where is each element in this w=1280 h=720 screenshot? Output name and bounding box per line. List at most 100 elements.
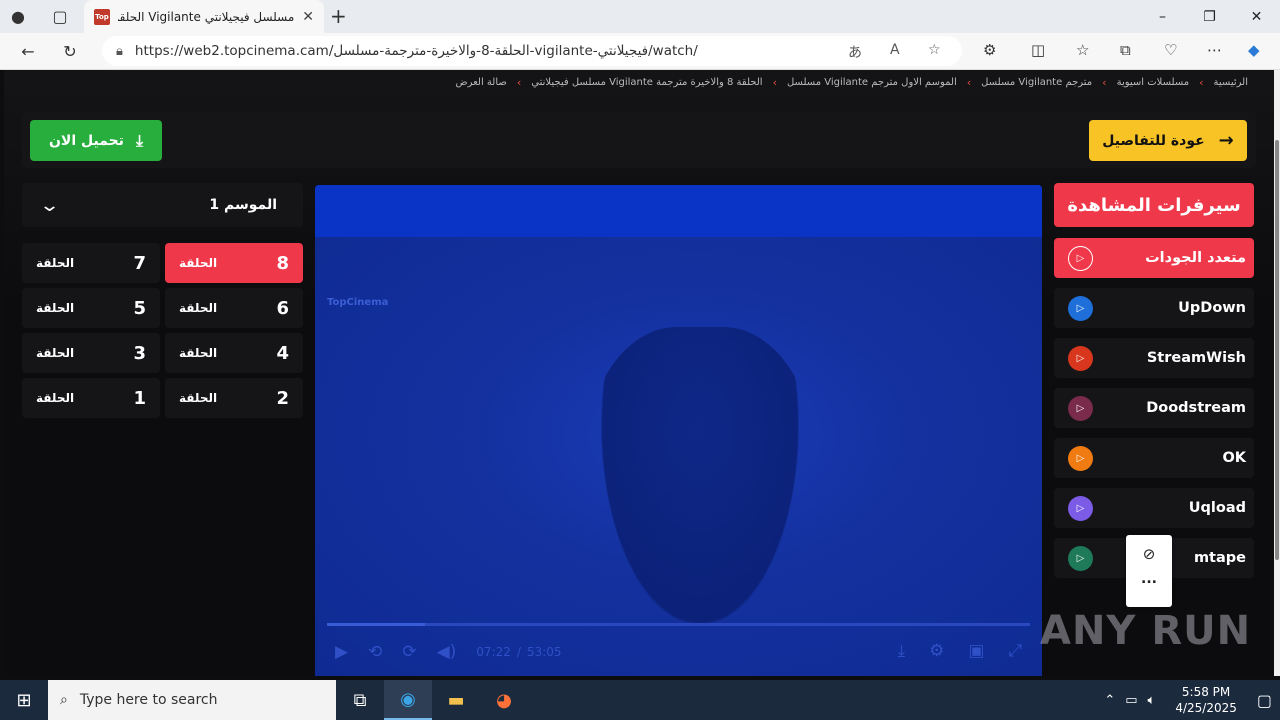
server-multi-quality[interactable]: متعدد الجودات ▷ — [1054, 238, 1254, 278]
breadcrumb-item[interactable]: مسلسلات اسيوية — [1117, 77, 1190, 88]
browser-tab-bar: ● ▢ Top مسلسل فيجيلانتي Vigilante الحلقة… — [0, 0, 1280, 33]
hide-eye-icon[interactable]: ⊘ — [1126, 545, 1172, 563]
time-separator: / — [516, 645, 521, 659]
episode-label: الحلقة — [179, 391, 218, 405]
play-circle-icon: ▷ — [1068, 345, 1093, 371]
arrow-right-icon: → — [1218, 130, 1234, 151]
browser-tab[interactable]: Top مسلسل فيجيلانتي Vigilante الحلقة ✕ — [84, 0, 324, 33]
episode-item-3[interactable]: 3 الحلقة — [22, 333, 160, 373]
forward-icon[interactable]: ⟳ — [402, 642, 416, 662]
episode-item-5[interactable]: 5 الحلقة — [22, 288, 160, 328]
episode-label: الحلقة — [36, 256, 75, 270]
server-name: Doodstream — [1146, 400, 1246, 416]
episode-number: 8 — [276, 252, 289, 274]
scrollbar-thumb[interactable] — [1275, 140, 1279, 560]
tab-actions-icon[interactable]: ▢ — [42, 0, 78, 33]
windows-start-icon[interactable]: ⊞ — [0, 680, 48, 720]
file-explorer-icon[interactable]: ▬ — [432, 680, 480, 720]
edge-browser-icon[interactable]: ◉ — [384, 680, 432, 720]
new-tab-button[interactable]: + — [330, 4, 347, 28]
season-selector[interactable]: ⌄ الموسم 1 — [22, 183, 303, 227]
volume-icon[interactable]: ◀) — [437, 642, 457, 662]
copilot-icon[interactable]: ◆ — [1248, 41, 1260, 59]
performance-icon[interactable]: ♡ — [1164, 41, 1177, 59]
volume-tray-icon[interactable]: 🔈︎ — [1148, 693, 1156, 708]
video-frame[interactable]: TopCinema — [315, 237, 1042, 676]
episode-item-6[interactable]: 6 الحلقة — [165, 288, 303, 328]
download-now-button[interactable]: تحميل الان ⤓ — [30, 120, 162, 161]
task-view-icon[interactable]: ⧉ — [336, 680, 384, 720]
current-time: 07:22 — [476, 645, 511, 659]
breadcrumb-item[interactable]: مسلسل Vigilante الموسم الاول مترجم — [787, 77, 957, 88]
breadcrumb-separator-icon: ‹ — [516, 76, 522, 89]
episode-number: 6 — [276, 297, 289, 319]
settings-gear-icon[interactable]: ⚙ — [929, 641, 944, 661]
more-options-icon[interactable]: ... — [1126, 571, 1172, 587]
video-person — [585, 327, 815, 657]
episode-number: 2 — [276, 387, 289, 409]
notifications-icon[interactable]: ▢ — [1257, 691, 1272, 710]
favorite-star-icon[interactable]: ☆ — [928, 42, 941, 58]
profile-icon[interactable]: ● — [0, 0, 36, 33]
maximize-button[interactable]: ❐ — [1186, 0, 1233, 33]
collections-icon[interactable]: ⧉ — [1120, 41, 1131, 59]
server-ok[interactable]: OK ▷ — [1054, 438, 1254, 478]
rewind-icon[interactable]: ⟲ — [368, 642, 382, 662]
breadcrumb-item[interactable]: مسلسل فيجيلانتي Vigilante الحلقة 8 والاخ… — [531, 77, 762, 88]
breadcrumb-item: صالة العرض — [455, 77, 507, 88]
episode-item-2[interactable]: 2 الحلقة — [165, 378, 303, 418]
close-window-button[interactable]: ✕ — [1233, 0, 1280, 33]
play-circle-icon: ▷ — [1068, 395, 1093, 421]
server-doodstream[interactable]: Doodstream ▷ — [1054, 388, 1254, 428]
season-title: الموسم 1 — [209, 197, 277, 213]
favorites-icon[interactable]: ☆ — [1076, 41, 1089, 59]
firefox-icon[interactable]: ◕ — [480, 680, 528, 720]
back-to-details-button[interactable]: عودة للتفاصيل → — [1089, 120, 1247, 161]
read-aloud-icon[interactable]: A — [890, 42, 900, 58]
network-icon[interactable]: ▭ — [1125, 693, 1137, 708]
fullscreen-icon[interactable]: ⤢ — [1008, 641, 1022, 661]
search-icon: ⌕ — [60, 692, 68, 708]
server-updown[interactable]: UpDown ▷ — [1054, 288, 1254, 328]
episode-item-8[interactable]: 8 الحلقة — [165, 243, 303, 283]
breadcrumb-separator-icon: ‹ — [772, 76, 777, 89]
more-menu-icon[interactable]: ⋯ — [1207, 41, 1222, 59]
url-bar[interactable]: 🔒︎ https://web2.topcinema.cam/الحلقة-8-و… — [102, 36, 962, 66]
play-icon[interactable]: ▶ — [335, 642, 348, 662]
refresh-icon[interactable]: ↻ — [52, 35, 88, 67]
lock-icon: 🔒︎ — [116, 43, 123, 59]
floating-popup[interactable]: ⊘ ... — [1126, 535, 1172, 607]
clock[interactable]: 5:58 PM 4/25/2025 — [1175, 684, 1237, 716]
breadcrumb-item[interactable]: الرئيسية — [1214, 77, 1248, 88]
episode-label: الحلقة — [36, 301, 75, 315]
clock-date: 4/25/2025 — [1175, 701, 1237, 715]
seek-bar[interactable] — [327, 623, 1030, 626]
extensions-icon[interactable]: ⚙ — [983, 41, 996, 59]
episode-item-4[interactable]: 4 الحلقة — [165, 333, 303, 373]
episode-item-1[interactable]: 1 الحلقة — [22, 378, 160, 418]
page-scrollbar[interactable] — [1274, 70, 1280, 676]
episode-number: 1 — [133, 387, 146, 409]
server-uqload[interactable]: Uqload ▷ — [1054, 488, 1254, 528]
minimize-button[interactable]: – — [1139, 0, 1186, 33]
server-name: UpDown — [1178, 300, 1246, 316]
translate-icon[interactable]: あ — [848, 42, 862, 62]
windows-taskbar: ⊞ ⌕ Type here to search ⧉ ◉ ▬ ◕ ⌃ ▭ 🔈︎ 5… — [0, 680, 1280, 720]
tray-chevron-icon[interactable]: ⌃ — [1104, 693, 1115, 708]
episode-list: 8 الحلقة 7 الحلقة 6 الحلقة 5 الحلقة 4 ال… — [22, 243, 303, 418]
player-watermark: TopCinema — [327, 297, 389, 308]
download-video-icon[interactable]: ⤓ — [898, 641, 906, 661]
page-content: الرئيسية ‹ مسلسلات اسيوية ‹ مسلسل Vigila… — [4, 70, 1274, 676]
episode-item-7[interactable]: 7 الحلقة — [22, 243, 160, 283]
pip-icon[interactable]: ▣ — [968, 641, 984, 661]
taskbar-search[interactable]: ⌕ Type here to search — [48, 680, 336, 720]
server-streamwish[interactable]: StreamWish ▷ — [1054, 338, 1254, 378]
tab-close-icon[interactable]: ✕ — [302, 9, 314, 25]
split-screen-icon[interactable]: ◫ — [1031, 41, 1045, 59]
url-text[interactable]: https://web2.topcinema.cam/الحلقة-8-والا… — [135, 43, 698, 59]
server-name: OK — [1222, 450, 1246, 466]
back-arrow-icon[interactable]: ← — [10, 35, 46, 67]
video-player[interactable]: TopCinema ▶ ⟲ ⟳ ◀) 07:22 / 53:05 ⤓ ⚙ ▣ ⤢ — [315, 185, 1042, 676]
breadcrumb-item[interactable]: مسلسل Vigilante مترجم — [981, 77, 1092, 88]
back-to-details-label: عودة للتفاصيل — [1102, 132, 1205, 149]
